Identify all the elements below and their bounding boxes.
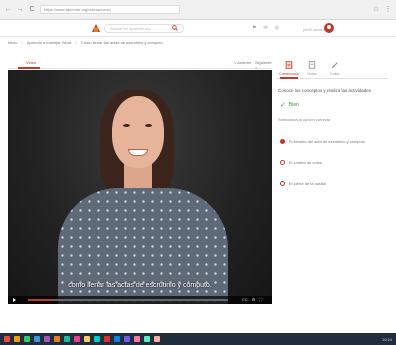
tab-video[interactable]: Video xyxy=(26,60,36,65)
video-player[interactable]: como llenar las actas de escrutinio y có… xyxy=(8,70,272,304)
taskbar-app-icon[interactable] xyxy=(154,336,160,342)
breadcrumb-home[interactable]: Inicio xyxy=(8,40,17,45)
taskbar-app-icon[interactable] xyxy=(54,336,60,342)
search-icon[interactable] xyxy=(172,25,178,31)
browser-toolbar: ← → C https://www.aprende.org/videos/cur… xyxy=(0,0,396,20)
fullscreen-icon[interactable]: ⛶ xyxy=(259,297,262,302)
pencil-icon xyxy=(332,62,338,69)
taskbar-app-icon[interactable] xyxy=(74,336,80,342)
radio-button[interactable] xyxy=(280,180,285,186)
bookmark-star-icon[interactable]: ☆ xyxy=(372,6,380,14)
breadcrumb-course[interactable]: Aprende a manejar Word xyxy=(27,40,72,45)
taskbar-app-icon[interactable] xyxy=(64,336,70,342)
answer-option[interactable]: El conteo de votos xyxy=(280,157,392,167)
header-icons: ⚑ ✉ ◎ xyxy=(252,25,279,31)
os-taskbar: 10:24 xyxy=(0,333,396,345)
breadcrumb-current: Cómo llenar las actas de escrutinio y có… xyxy=(80,40,163,45)
player-controls-right: CC ⚙ ⛶ xyxy=(242,297,262,302)
reload-button[interactable]: C xyxy=(28,6,36,14)
checkmark-icon: ✓ xyxy=(280,102,286,109)
notification-icon[interactable]: ◎ xyxy=(275,25,279,31)
answer-text: El conteo de votos xyxy=(289,159,322,165)
tab-label: Notas xyxy=(307,72,317,76)
breadcrumb: Inicio › Aprende a manejar Word › Cómo l… xyxy=(8,40,166,45)
presenter-eye xyxy=(145,124,152,127)
browser-actions: ☆ ⋮ xyxy=(372,6,392,14)
address-bar[interactable]: https://www.aprende.org/videos/curso xyxy=(40,5,180,14)
answer-option[interactable]: El cierre de la casilla xyxy=(280,178,392,188)
browser-menu-icon[interactable]: ⋮ xyxy=(384,6,392,14)
mail-icon[interactable]: ✉ xyxy=(263,25,267,31)
breadcrumb-separator: › xyxy=(75,40,77,45)
taskbar-app-icon[interactable] xyxy=(114,336,120,342)
answer-text: El cierre de la casilla xyxy=(289,180,326,186)
video-header: Video < Anterior Siguiente > xyxy=(8,57,272,70)
answer-option[interactable]: El llenado del acta de escrutinio y cómp… xyxy=(280,136,392,146)
tab-label: Cuestionario xyxy=(279,72,299,76)
tab-label: Editar xyxy=(330,72,340,76)
quiz-icon xyxy=(285,61,293,69)
active-tab-indicator xyxy=(18,67,40,69)
presenter-face xyxy=(112,96,164,168)
taskbar-app-icon[interactable] xyxy=(134,336,140,342)
presenter-eye xyxy=(123,124,130,127)
answer-list: El llenado del acta de escrutinio y cómp… xyxy=(280,136,392,199)
taskbar-app-icon[interactable] xyxy=(34,336,40,342)
video-subtitle: como llenar las actas de escrutinio y có… xyxy=(68,282,212,289)
screen: ← → C https://www.aprende.org/videos/cur… xyxy=(0,0,396,345)
notes-icon xyxy=(308,61,316,69)
taskbar-app-icon[interactable] xyxy=(94,336,100,342)
answer-text: El llenado del acta de escrutinio y cómp… xyxy=(289,138,366,144)
avatar[interactable] xyxy=(324,23,334,33)
play-icon[interactable] xyxy=(13,298,16,302)
user-name[interactable]: perfil usuario xyxy=(303,27,326,32)
next-button[interactable]: Siguiente > xyxy=(255,60,272,70)
quiz-prompt: Selecciona la opción correcta xyxy=(278,117,331,122)
back-button[interactable]: ← xyxy=(4,6,12,14)
flag-icon[interactable]: ⚑ xyxy=(252,25,256,31)
taskbar-app-icon[interactable] xyxy=(44,336,50,342)
video-controls: CC ⚙ ⛶ xyxy=(8,296,272,304)
video-progress-fill xyxy=(28,299,52,301)
taskbar-app-icon[interactable] xyxy=(104,336,110,342)
radio-button[interactable] xyxy=(280,159,285,165)
tab-quiz[interactable]: Cuestionario xyxy=(278,59,300,79)
tab-notes[interactable]: Notas xyxy=(301,59,323,79)
taskbar-app-icon[interactable] xyxy=(14,336,20,342)
taskbar-app-icon[interactable] xyxy=(124,336,130,342)
feedback-label: Bien xyxy=(288,102,299,108)
site-logo[interactable] xyxy=(92,24,100,32)
taskbar-app-icon[interactable] xyxy=(4,336,10,342)
correct-feedback: ✓ Bien xyxy=(280,101,299,109)
radio-button[interactable] xyxy=(280,138,285,144)
tab-edit[interactable]: Editar xyxy=(324,59,346,79)
active-tab-indicator xyxy=(280,77,298,79)
captions-button[interactable]: CC xyxy=(242,297,248,302)
quiz-question: Conoce los conceptos y realiza las activ… xyxy=(278,88,372,93)
taskbar-app-icon[interactable] xyxy=(144,336,150,342)
taskbar-app-icon[interactable] xyxy=(24,336,30,342)
forward-button[interactable]: → xyxy=(16,6,24,14)
site-header: Buscar en aprende.org ⚑ ✉ ◎ perfil usuar… xyxy=(0,20,396,37)
panel-tabs: Cuestionario Notas Editar xyxy=(276,59,388,79)
taskbar-clock: 10:24 xyxy=(381,336,392,342)
breadcrumb-separator: › xyxy=(21,40,23,45)
previous-button[interactable]: < Anterior xyxy=(234,60,251,65)
taskbar-app-icon[interactable] xyxy=(84,336,90,342)
video-progress-bar[interactable] xyxy=(28,299,228,301)
settings-gear-icon[interactable]: ⚙ xyxy=(252,297,256,302)
